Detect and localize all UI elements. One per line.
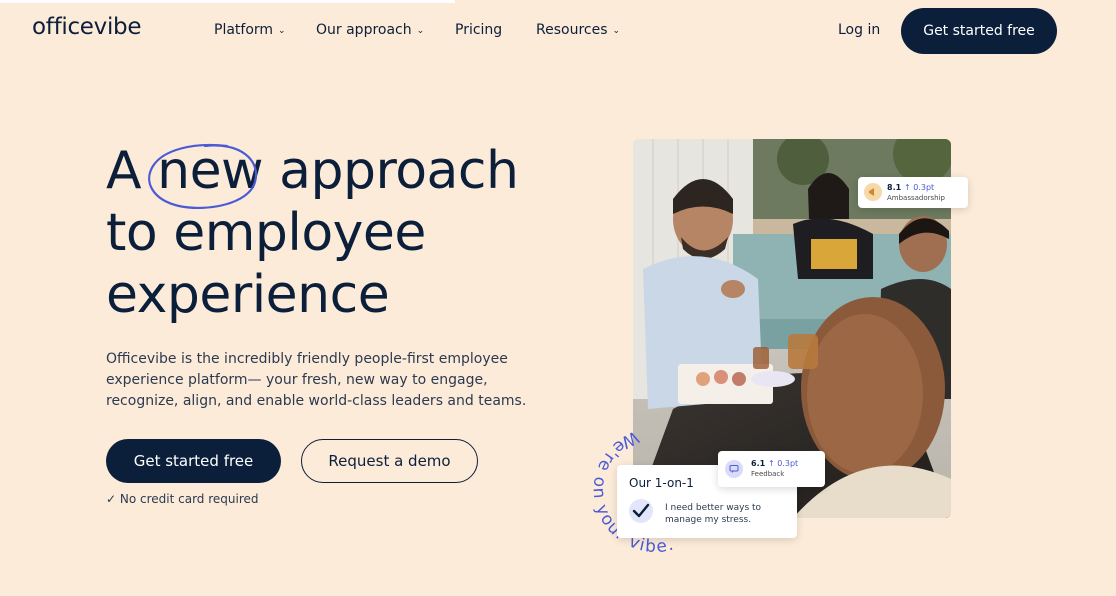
one-on-one-text: I need better ways to manage my stress. bbox=[665, 503, 762, 525]
top-highlight-bar bbox=[0, 0, 455, 3]
ambassadorship-label: Ambassadorship bbox=[887, 194, 945, 202]
ambassadorship-metric-card: 8.1 ↑ 0.3pt Ambassadorship bbox=[858, 177, 968, 208]
nav-pricing-label: Pricing bbox=[455, 22, 503, 38]
nav-pricing[interactable]: Pricing bbox=[455, 22, 502, 38]
hero-title: A new approach to employee experience bbox=[106, 140, 519, 326]
nav-platform[interactable]: Platform ⌄ bbox=[214, 22, 286, 38]
hero-title-line3: experience bbox=[106, 265, 390, 325]
hand-drawn-circle-icon bbox=[148, 143, 258, 210]
get-started-header-button[interactable]: Get started free bbox=[901, 8, 1057, 54]
feedback-label: Feedback bbox=[751, 470, 785, 478]
megaphone-icon bbox=[864, 183, 882, 201]
nav-resources-label: Resources bbox=[536, 22, 608, 38]
ambassadorship-value: 8.1 ↑ 0.3pt bbox=[887, 183, 935, 192]
checkmark-icon bbox=[629, 499, 653, 523]
chevron-down-icon: ⌄ bbox=[416, 26, 425, 36]
one-on-one-title: Our 1-on-1 bbox=[629, 476, 694, 490]
nav-platform-label: Platform bbox=[214, 22, 274, 38]
hero-description: Officevibe is the incredibly friendly pe… bbox=[106, 351, 527, 409]
nav-our-approach[interactable]: Our approach ⌄ bbox=[316, 22, 424, 38]
chevron-down-icon: ⌄ bbox=[278, 26, 286, 36]
get-started-button[interactable]: Get started free bbox=[106, 439, 281, 483]
login-link[interactable]: Log in bbox=[838, 22, 880, 38]
hero-title-line1: A new approach bbox=[106, 140, 519, 210]
request-demo-button[interactable]: Request a demo bbox=[301, 439, 478, 483]
chevron-down-icon: ⌄ bbox=[612, 26, 621, 36]
chat-bubble-icon bbox=[725, 460, 743, 478]
nav-resources[interactable]: Resources ⌄ bbox=[536, 22, 620, 38]
hero-title-word-approach: approach bbox=[279, 141, 519, 201]
feedback-value: 6.1 ↑ 0.3pt bbox=[751, 459, 799, 468]
nav-our-approach-label: Our approach bbox=[316, 22, 412, 38]
hero-title-word-a: A bbox=[106, 141, 142, 201]
no-credit-card-note: ✓ No credit card required bbox=[106, 492, 259, 506]
feedback-metric-card: 6.1 ↑ 0.3pt Feedback bbox=[718, 451, 825, 487]
circled-word: new bbox=[148, 140, 264, 210]
officevibe-logo[interactable]: officevibe bbox=[32, 14, 142, 40]
